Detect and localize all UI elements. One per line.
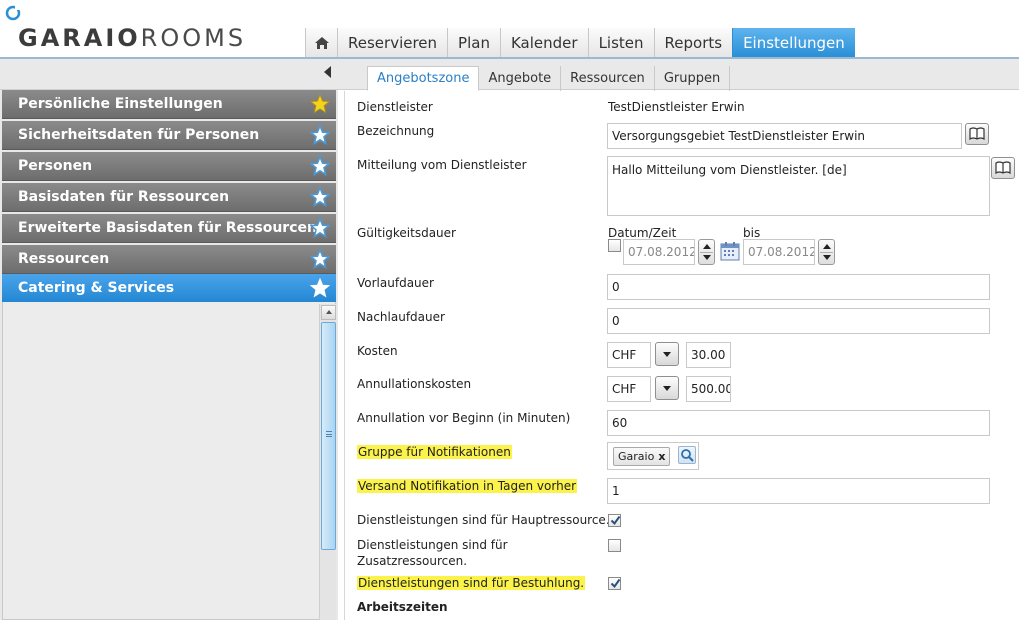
arbeitszeiten-heading: Arbeitszeiten [357, 600, 448, 614]
tag-label: Garaio [618, 450, 655, 463]
kosten-label: Kosten [357, 344, 398, 358]
kosten-amount-field[interactable]: 30.00 [686, 342, 731, 368]
checkmark-icon [610, 515, 621, 526]
nav-home[interactable] [305, 28, 337, 57]
tab-gruppen[interactable]: Gruppen [655, 66, 731, 91]
tab-angebotszone[interactable]: Angebotszone [367, 66, 480, 91]
annullationskosten-label: Annullationskosten [357, 377, 472, 391]
collapse-sidebar-icon[interactable] [324, 66, 331, 78]
sidebar-item-catering-services[interactable]: Catering & Services [2, 274, 336, 303]
home-icon [314, 36, 329, 49]
translate-bezeichnung-button[interactable] [965, 123, 989, 145]
hauptressource-label: Dienstleistungen sind für Hauptressource… [357, 513, 610, 527]
vorlauf-label: Vorlaufdauer [357, 276, 434, 290]
top-navigation: Reservieren Plan Kalender Listen Reports… [305, 28, 855, 57]
grip-icon [326, 431, 332, 437]
sidebar-item-sicherheitsdaten[interactable]: Sicherheitsdaten für Personen [2, 121, 336, 150]
annullation-vor-beginn-label: Annullation vor Beginn (in Minuten) [357, 411, 571, 425]
calendar-icon [720, 242, 740, 261]
sidebar-item-label: Personen [18, 158, 93, 174]
datum-zeit-label: Datum/Zeit [608, 226, 677, 240]
logo-bold-text: GARAIO [18, 24, 141, 52]
sidebar-item-label: Persönliche Einstellungen [18, 96, 223, 112]
sidebar-scrollbar[interactable] [319, 304, 336, 620]
app-header: GARAIOROOMS Reservieren Plan Kalender Li… [0, 0, 1019, 57]
search-icon [681, 449, 694, 462]
zusatzressourcen-checkbox[interactable] [608, 539, 621, 552]
nav-listen[interactable]: Listen [587, 28, 654, 57]
kosten-currency-dropdown-button[interactable] [655, 342, 679, 366]
sidebar-item-ressourcen[interactable]: Ressourcen [2, 245, 336, 274]
zusatzressourcen-label-line1: Dienstleistungen sind für [357, 538, 508, 552]
logo-light-text: ROOMS [140, 24, 247, 52]
scroll-thumb[interactable] [321, 322, 336, 550]
remove-tag-icon[interactable]: x [658, 450, 665, 463]
nav-einstellungen[interactable]: Einstellungen [732, 28, 855, 57]
search-group-button[interactable] [678, 446, 696, 464]
sidebar-item-label: Basisdaten für Ressourcen [18, 189, 230, 205]
bezeichnung-label: Bezeichnung [357, 124, 435, 138]
sidebar-list-panel [2, 302, 336, 620]
sidebar-item-label: Sicherheitsdaten für Personen [18, 127, 260, 143]
star-icon[interactable] [310, 278, 330, 298]
sidebar-item-label: Erweiterte Basisdaten für Ressourcen [18, 220, 317, 236]
zusatzressourcen-label-line2: Zusatzressourcen. [357, 554, 468, 568]
star-icon[interactable] [310, 218, 330, 238]
checkmark-icon [610, 578, 621, 589]
annullationskosten-currency-select[interactable]: CHF [607, 376, 651, 402]
gueltig-bis-field[interactable]: 07.08.2012 [743, 239, 815, 265]
dienstleister-value: TestDienstleister Erwin [608, 100, 745, 114]
tab-angebote[interactable]: Angebote [479, 66, 562, 91]
gueltig-von-spinner[interactable] [698, 239, 715, 265]
gueltig-bis-spinner[interactable] [818, 239, 835, 265]
star-icon[interactable] [310, 249, 330, 269]
nachlauf-label: Nachlaufdauer [357, 310, 445, 324]
book-icon [969, 127, 985, 141]
tab-ressourcen[interactable]: Ressourcen [561, 66, 655, 91]
garaio-logo-icon [5, 4, 21, 21]
gruppe-notifikationen-label: Gruppe für Notifikationen [357, 445, 512, 459]
vorlauf-field[interactable]: 0 [607, 274, 990, 300]
kosten-currency-select[interactable]: CHF [607, 342, 651, 368]
bezeichnung-field[interactable]: Versorgungsgebiet TestDienstleister Erwi… [607, 123, 962, 149]
gueltigkeit-checkbox[interactable] [608, 239, 621, 252]
translate-mitteilung-button[interactable] [991, 157, 1015, 179]
bestuhlung-checkbox[interactable] [608, 577, 621, 590]
annullation-vor-beginn-field[interactable]: 60 [607, 410, 990, 436]
sidebar-item-basisdaten-ressourcen[interactable]: Basisdaten für Ressourcen [2, 183, 336, 212]
gueltigkeit-label: Gültigkeitsdauer [357, 226, 456, 240]
calendar-button[interactable] [719, 240, 741, 262]
nav-reports[interactable]: Reports [653, 28, 733, 57]
nav-kalender[interactable]: Kalender [499, 28, 588, 57]
bis-label: bis [743, 226, 761, 240]
versand-notifikation-label: Versand Notifikation in Tagen vorher [357, 479, 578, 493]
star-icon[interactable] [310, 156, 330, 176]
hauptressource-checkbox[interactable] [608, 514, 621, 527]
gueltig-von-field[interactable]: 07.08.2012 [623, 239, 695, 265]
star-icon[interactable] [310, 125, 330, 145]
content-tabs: Angebotszone Angebote Ressourcen Gruppen [367, 66, 731, 91]
sidebar-item-label: Catering & Services [18, 280, 175, 296]
sidebar-item-label: Ressourcen [18, 251, 110, 267]
versand-notifikation-field[interactable]: 1 [607, 478, 990, 504]
annullationskosten-currency-dropdown-button[interactable] [655, 376, 679, 400]
nachlauf-field[interactable]: 0 [607, 308, 990, 334]
bestuhlung-label: Dienstleistungen sind für Bestuhlung. [357, 576, 586, 590]
star-icon[interactable] [310, 94, 330, 114]
sidebar-item-personen[interactable]: Personen [2, 152, 336, 181]
scroll-up-icon[interactable] [321, 305, 336, 320]
sidebar-item-persoenliche-einstellungen[interactable]: Persönliche Einstellungen [2, 90, 336, 119]
mitteilung-textarea[interactable]: Hallo Mitteilung vom Dienstleister. [de] [607, 156, 990, 216]
sidebar-item-erweiterte-basisdaten[interactable]: Erweiterte Basisdaten für Ressourcen [2, 214, 336, 243]
nav-plan[interactable]: Plan [447, 28, 500, 57]
group-tag-garaio: Garaio x [613, 447, 671, 466]
dienstleister-label: Dienstleister [357, 100, 433, 114]
app-logo[interactable]: GARAIOROOMS [18, 24, 246, 52]
nav-reservieren[interactable]: Reservieren [337, 28, 448, 57]
star-icon[interactable] [310, 187, 330, 207]
annullationskosten-amount-field[interactable]: 500.00 [686, 376, 731, 402]
mitteilung-label: Mitteilung vom Dienstleister [357, 158, 527, 172]
book-icon [995, 161, 1011, 175]
